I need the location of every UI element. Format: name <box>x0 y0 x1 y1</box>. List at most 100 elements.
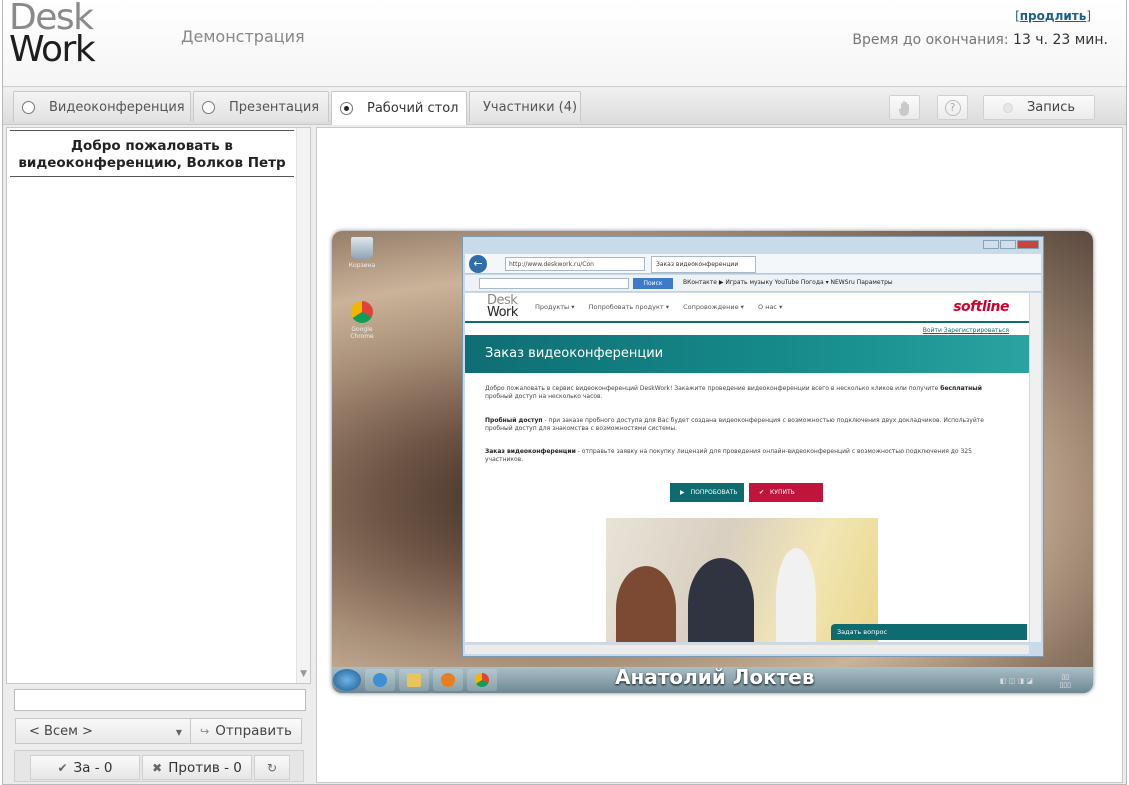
site-intro-end: пробный доступ на несколько часов. <box>485 393 603 400</box>
site-menu-products[interactable]: Продукты ▾ <box>535 303 575 311</box>
browser-tab[interactable]: Заказ видеоконференции <box>651 256 756 273</box>
browser-toolbar-links[interactable]: ВКонтакте ▶ Играть музыку YouTube Погода… <box>683 279 893 286</box>
recipient-select[interactable]: < Всем > ▼ <box>15 718 191 744</box>
site-trial: Пробный доступ - при заказе пробного дос… <box>485 417 1009 433</box>
vote-for-button[interactable]: ✔ За - 0 <box>30 755 140 780</box>
raise-hand-button[interactable] <box>889 95 920 120</box>
site-intro: Добро пожаловать в сервис видеоконференц… <box>485 385 1009 401</box>
tab-desktop-label: Рабочий стол <box>367 101 459 116</box>
browser-search-input[interactable] <box>479 278 629 289</box>
taskbar-ie[interactable] <box>365 669 395 691</box>
site-try-button[interactable]: ▶ ПОПРОБОВАТЬ <box>670 483 744 502</box>
recycle-bin-label: Корзина <box>348 262 376 269</box>
scroll-down-icon[interactable]: ▼ <box>300 669 307 679</box>
site-menu: Продукты ▾ Попробовать продукт ▾ Сопрово… <box>535 303 794 311</box>
tab-presentation[interactable]: Презентация <box>193 91 329 122</box>
maximize-icon[interactable] <box>1000 240 1016 249</box>
ask-question-bar[interactable]: Задать вопрос <box>831 624 1027 640</box>
tab-videoconference-label: Видеоконференция <box>49 99 185 115</box>
extend-link-wrap: [продлить] <box>1015 9 1091 23</box>
browser-toolbar: Поиск ВКонтакте ▶ Играть музыку YouTube … <box>465 275 1041 292</box>
back-arrow-icon[interactable]: ← <box>469 255 487 273</box>
chat-panel: Добро пожаловать в видеоконференцию, Вол… <box>6 127 311 684</box>
tab-participants[interactable]: Участники (4) <box>469 91 581 122</box>
chrome-icon <box>351 301 373 323</box>
site-auth-links: Войти Зарегистрироваться <box>923 327 1009 334</box>
radio-desktop[interactable] <box>340 102 353 115</box>
minimize-icon[interactable] <box>983 240 999 249</box>
taskbar-media[interactable] <box>433 669 463 691</box>
record-icon <box>1002 102 1013 113</box>
desktop-icon-recycle-bin[interactable]: Корзина <box>340 237 384 269</box>
site-logo-work: Work <box>487 305 518 320</box>
taskbar-chrome[interactable] <box>467 669 497 691</box>
softline-logo: softline <box>953 299 1009 315</box>
photo-person <box>688 558 754 642</box>
tab-videoconference[interactable]: Видеоконференция <box>13 91 191 122</box>
send-icon: ↪ <box>200 724 210 738</box>
send-button[interactable]: ↪ Отправить <box>190 718 302 744</box>
site-banner: Заказ видеоконференции <box>465 335 1029 373</box>
time-remaining: Время до окончания: 13 ч. 23 мин. <box>852 32 1108 48</box>
browser-vertical-scrollbar[interactable] <box>1029 293 1041 642</box>
site-try-label: ПОПРОБОВАТЬ <box>690 489 738 496</box>
chat-message-input[interactable] <box>14 689 306 711</box>
browser-url[interactable]: http://www.deskwork.ru/Con <box>505 257 645 271</box>
browser-address-bar: ← http://www.deskwork.ru/Con Заказ видео… <box>465 254 1041 274</box>
radio-presentation[interactable] <box>202 100 215 114</box>
site-register-link[interactable]: Зарегистрироваться <box>944 327 1009 334</box>
presenter-name: Анатолий Локтев <box>615 665 815 689</box>
system-tray: ◧ ◫ ◨ ◪ <box>999 677 1033 685</box>
header: Desk Work Демонстрация [продлить] Время … <box>3 0 1126 87</box>
send-controls: < Всем > ▼ ↪ Отправить <box>6 713 311 747</box>
site-menu-about[interactable]: О нас ▾ <box>758 303 782 311</box>
vote-against-button[interactable]: ✖ Против - 0 <box>142 755 252 780</box>
browser-search-button[interactable]: Поиск <box>633 278 673 289</box>
web-page: Desk Work Продукты ▾ Попробовать продукт… <box>465 293 1029 642</box>
taskbar-clock: ▯▯ ▯▯▯ <box>1059 673 1071 689</box>
record-label: Запись <box>1026 100 1076 115</box>
ie-icon <box>373 673 387 687</box>
record-button[interactable]: Запись <box>983 95 1095 120</box>
vote-reset-button[interactable]: ↻ <box>254 755 290 780</box>
site-menu-try[interactable]: Попробовать продукт ▾ <box>589 303 669 311</box>
site-order: Заказ видеоконференции - отправьте заявк… <box>485 448 1009 464</box>
welcome-message: Добро пожаловать в видеоконференцию, Вол… <box>10 130 294 177</box>
site-order-bold: Заказ видеоконференции <box>485 448 576 455</box>
folder-icon <box>407 673 421 687</box>
vote-for-label: За - 0 <box>73 759 113 776</box>
check-icon: ✔ <box>57 760 68 775</box>
site-intro-text: Добро пожаловать в сервис видеоконференц… <box>485 385 939 392</box>
site-trial-bold: Пробный доступ <box>485 417 543 424</box>
vote-against-label: Против - 0 <box>168 759 242 776</box>
time-remaining-label: Время до окончания: <box>852 32 1009 48</box>
windows-taskbar: Анатолий Локтев ◧ ◫ ◨ ◪ ▯▯ ▯▯▯ <box>332 665 1093 693</box>
desktop-icon-chrome[interactable]: Google Chrome <box>340 301 384 340</box>
browser-horizontal-scrollbar[interactable] <box>465 644 1029 654</box>
close-icon[interactable] <box>1017 240 1039 249</box>
start-button[interactable] <box>333 669 361 691</box>
help-icon: ? <box>944 99 961 116</box>
send-label: Отправить <box>215 723 292 739</box>
chat-scrollbar[interactable]: ▼ <box>296 128 310 683</box>
site-menu-support[interactable]: Сопровождение ▾ <box>683 303 744 311</box>
site-heading: Заказ видеоконференции <box>485 346 664 361</box>
site-buy-label: КУПИТЬ <box>770 489 795 496</box>
tab-desktop[interactable]: Рабочий стол <box>331 91 467 125</box>
conference-title: Демонстрация <box>181 27 305 46</box>
site-logo[interactable]: Desk Work <box>487 294 518 320</box>
check-icon: ✔ <box>759 489 765 496</box>
radio-videoconference[interactable] <box>22 100 35 114</box>
deskwork-logo: Desk Work <box>9 0 109 68</box>
extend-link[interactable]: продлить <box>1020 9 1087 23</box>
site-buy-button[interactable]: ✔ КУПИТЬ <box>749 483 823 502</box>
vote-bar: ✔ За - 0 ✖ Против - 0 ↻ <box>14 750 304 782</box>
cross-icon: ✖ <box>152 760 163 775</box>
taskbar-explorer[interactable] <box>399 669 429 691</box>
site-login-link[interactable]: Войти <box>923 327 942 334</box>
tab-bar: Видеоконференция Презентация Рабочий сто… <box>3 88 1126 125</box>
site-trial-text: - при заказе пробного доступа для Вас бу… <box>485 417 984 432</box>
help-button[interactable]: ? <box>937 95 968 120</box>
browser-window[interactable]: ← http://www.deskwork.ru/Con Заказ видео… <box>462 236 1044 657</box>
shared-desktop[interactable]: Корзина Google Chrome ← http://www.deskw… <box>332 231 1093 693</box>
